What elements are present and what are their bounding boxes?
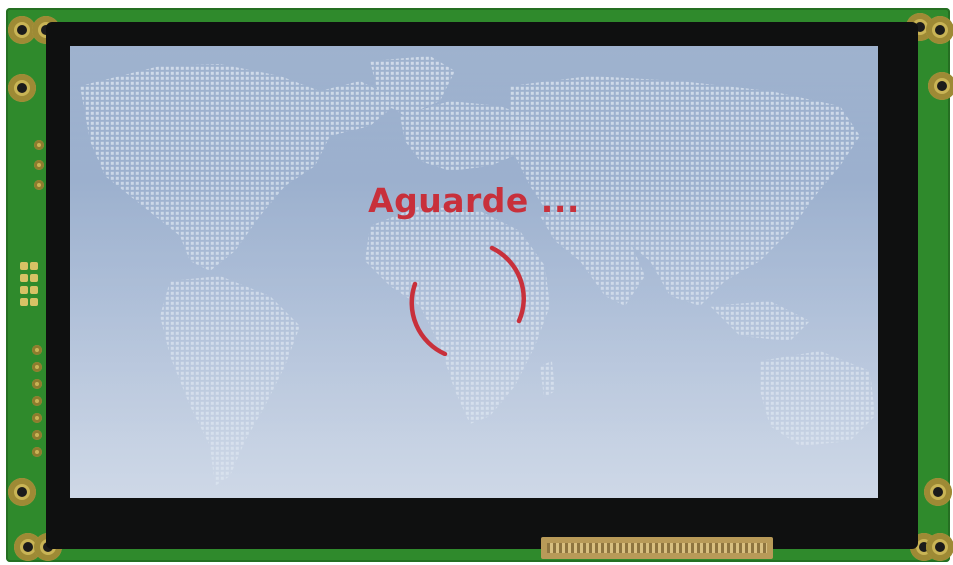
loading-spinner-icon bbox=[409, 245, 526, 356]
flex-connector bbox=[541, 537, 773, 559]
lcd-screen: Aguarde ... bbox=[70, 46, 878, 498]
mounting-hole-left-mid bbox=[8, 74, 36, 102]
mounting-hole-top-right-2 bbox=[926, 16, 953, 44]
mounting-hole-left-low bbox=[8, 478, 36, 506]
loading-message: Aguarde ... bbox=[368, 181, 580, 220]
mounting-hole-right-mid bbox=[928, 72, 953, 100]
mounting-hole-bottom-right-2 bbox=[926, 533, 953, 561]
mounting-hole-right-low bbox=[924, 478, 952, 506]
